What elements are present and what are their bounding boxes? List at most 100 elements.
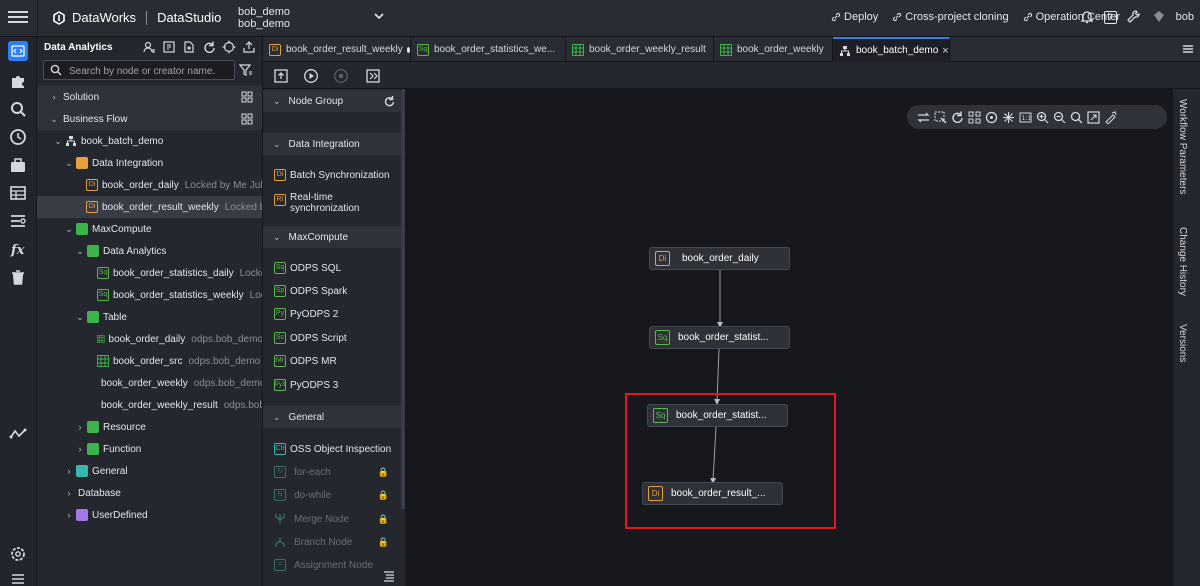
list-settings-icon[interactable]	[9, 212, 27, 230]
mapreduce-icon: Mr	[274, 355, 286, 367]
top-icons: ? bob	[1079, 9, 1194, 25]
palette-item-batch-sync[interactable]: Di Batch Synchronization	[274, 169, 401, 181]
tree-section-business-flow[interactable]: ⌄ Business Flow	[37, 108, 262, 130]
grid-view-icon[interactable]	[241, 91, 253, 103]
grid-view-icon[interactable]	[241, 113, 253, 125]
change-history-tab[interactable]: Change History	[1177, 227, 1188, 296]
project-selector[interactable]: bob_demo bob_demo	[238, 6, 290, 30]
run-smoke-test-icon[interactable]	[365, 68, 381, 84]
group-label: MaxCompute	[288, 231, 349, 243]
tree-item-database[interactable]: › Database	[37, 482, 262, 504]
palette-item-odps-sql[interactable]: Sq ODPS SQL	[274, 262, 401, 274]
palette-item-pyodps3[interactable]: Py3 PyODPS 3	[274, 379, 401, 391]
tree-item-di-node[interactable]: Di book_order_result_weekly Locked by Me	[37, 196, 262, 218]
chevron-down-icon: ⌄	[273, 231, 281, 242]
palette-item-pyodps2[interactable]: Py PyODPS 2	[274, 308, 401, 320]
tree-item-data-analytics[interactable]: ⌄ Data Analytics	[37, 240, 262, 262]
deploy-link[interactable]: Deploy	[831, 11, 878, 23]
palette-item-oss-inspection[interactable]: Ch OSS Object Inspection	[274, 443, 401, 455]
tab-label: book_order_weekly_result	[589, 44, 706, 55]
tree-item-resource[interactable]: › Resource	[37, 416, 262, 438]
tab-book-order-result-weekly[interactable]: Di book_order_result_weekly	[263, 37, 411, 62]
main-menu-button[interactable]	[8, 9, 28, 27]
palette-item-realtime-sync[interactable]: RI Real-time synchronization	[274, 192, 401, 214]
tabs-menu-icon[interactable]	[1182, 43, 1194, 55]
tree-item-table-node[interactable]: book_order_src odps.bob_demo	[37, 350, 262, 372]
tree-item-table-node[interactable]: book_order_weekly odps.bob_demo	[37, 372, 262, 394]
new-file-icon[interactable]	[182, 40, 196, 54]
item-label: PyODPS 3	[290, 379, 339, 391]
filter-user-icon[interactable]	[142, 40, 156, 54]
upload-icon[interactable]	[242, 40, 256, 54]
tab-book-order-statistics-weekly[interactable]: Sq book_order_statistics_we...	[411, 37, 566, 62]
search-icon[interactable]	[9, 100, 27, 118]
tab-book-batch-demo[interactable]: book_batch_demo ×	[833, 37, 950, 62]
tree-item-userdefined[interactable]: › UserDefined	[37, 504, 262, 526]
function-icon[interactable]: fx	[9, 240, 27, 258]
import-icon[interactable]	[162, 40, 176, 54]
tree-label: book_order_statistics_daily	[113, 267, 234, 279]
lock-icon: 🔒	[377, 513, 389, 524]
tree-section-solution[interactable]: › Solution	[37, 86, 262, 108]
user-avatar-icon[interactable]	[1151, 9, 1167, 25]
puzzle-icon[interactable]	[9, 72, 27, 90]
refresh-icon[interactable]	[202, 40, 216, 54]
tree-item-table-node[interactable]: book_order_daily odps.bob_demo	[37, 328, 262, 350]
palette-group-node-group[interactable]: ⌄ Node Group	[263, 90, 401, 112]
palette-group-general[interactable]: ⌄ General	[263, 406, 401, 428]
tree-item-data-integration[interactable]: ⌄ Data Integration	[37, 152, 262, 174]
bell-icon[interactable]	[1079, 9, 1095, 25]
palette-item-odps-mr[interactable]: Mr ODPS MR	[274, 355, 401, 367]
branch-icon	[275, 537, 285, 547]
close-icon[interactable]: ×	[942, 45, 948, 57]
submit-icon[interactable]	[273, 68, 289, 84]
tab-book-order-weekly[interactable]: book_order_weekly	[714, 37, 833, 62]
trash-icon[interactable]	[9, 268, 27, 286]
unsaved-dot-icon	[406, 46, 410, 53]
tree-item-di-node[interactable]: Di book_order_daily Locked by Me Jul 29	[37, 174, 262, 196]
tree-item-general[interactable]: › General	[37, 460, 262, 482]
workflow-icon[interactable]	[9, 425, 27, 443]
tree-item-sql-node[interactable]: Sq book_order_statistics_daily Locked	[37, 262, 262, 284]
list-view-icon[interactable]	[383, 570, 395, 582]
refresh-icon[interactable]	[383, 95, 395, 107]
palette-item-odps-spark[interactable]: Sp ODPS Spark	[274, 285, 401, 297]
table-icon[interactable]	[9, 184, 27, 202]
data-analytics-rail-icon[interactable]	[8, 41, 28, 61]
palette-group-maxcompute[interactable]: ⌄ MaxCompute	[263, 226, 401, 248]
search-input[interactable]: Search by node or creator name.	[43, 60, 235, 80]
filter-icon[interactable]	[239, 63, 253, 77]
tree-item-sql-node[interactable]: Sq book_order_statistics_weekly Locke	[37, 284, 262, 306]
wrench-icon[interactable]	[1126, 9, 1142, 25]
cross-project-cloning-link[interactable]: Cross-project cloning	[892, 11, 1009, 23]
workflow-node-sql[interactable]: Sq book_order_statist...	[649, 326, 790, 349]
tree-item-table-node[interactable]: book_order_weekly_result odps.bob	[37, 394, 262, 416]
versions-tab[interactable]: Versions	[1177, 324, 1188, 362]
di-icon: Di	[86, 179, 98, 191]
tree-item-maxcompute[interactable]: ⌄ MaxCompute	[37, 218, 262, 240]
table-icon	[97, 355, 109, 367]
workflow-canvas[interactable]: 1:1 Di book_order_daily Sq book_order_st…	[406, 89, 1172, 586]
tree-item-table[interactable]: ⌄ Table	[37, 306, 262, 328]
tree-item-function[interactable]: › Function	[37, 438, 262, 460]
settings-gear-icon[interactable]	[9, 545, 27, 563]
chevron-down-icon[interactable]	[374, 12, 384, 20]
tree-label: UserDefined	[92, 509, 148, 521]
run-icon[interactable]	[303, 68, 319, 84]
project-display-name: bob_demo	[238, 18, 290, 30]
locate-icon[interactable]	[222, 40, 236, 54]
function-icon	[87, 443, 99, 455]
collapse-menu-icon[interactable]	[9, 570, 27, 586]
help-icon[interactable]: ?	[1103, 10, 1117, 24]
workflow-parameters-tab[interactable]: Workflow Parameters	[1177, 99, 1188, 194]
user-name[interactable]: bob	[1176, 11, 1194, 23]
clock-icon[interactable]	[9, 128, 27, 146]
item-label: PyODPS 2	[290, 308, 339, 320]
tab-book-order-weekly-result[interactable]: book_order_weekly_result	[566, 37, 714, 62]
node-label: book_order_daily	[682, 253, 759, 264]
briefcase-icon[interactable]	[9, 156, 27, 174]
workflow-node-di[interactable]: Di book_order_daily	[649, 247, 790, 270]
palette-item-odps-script[interactable]: Sc ODPS Script	[274, 332, 401, 344]
palette-group-data-integration[interactable]: ⌄ Data Integration	[263, 133, 401, 155]
tree-item-flow[interactable]: ⌄ book_batch_demo	[37, 130, 262, 152]
